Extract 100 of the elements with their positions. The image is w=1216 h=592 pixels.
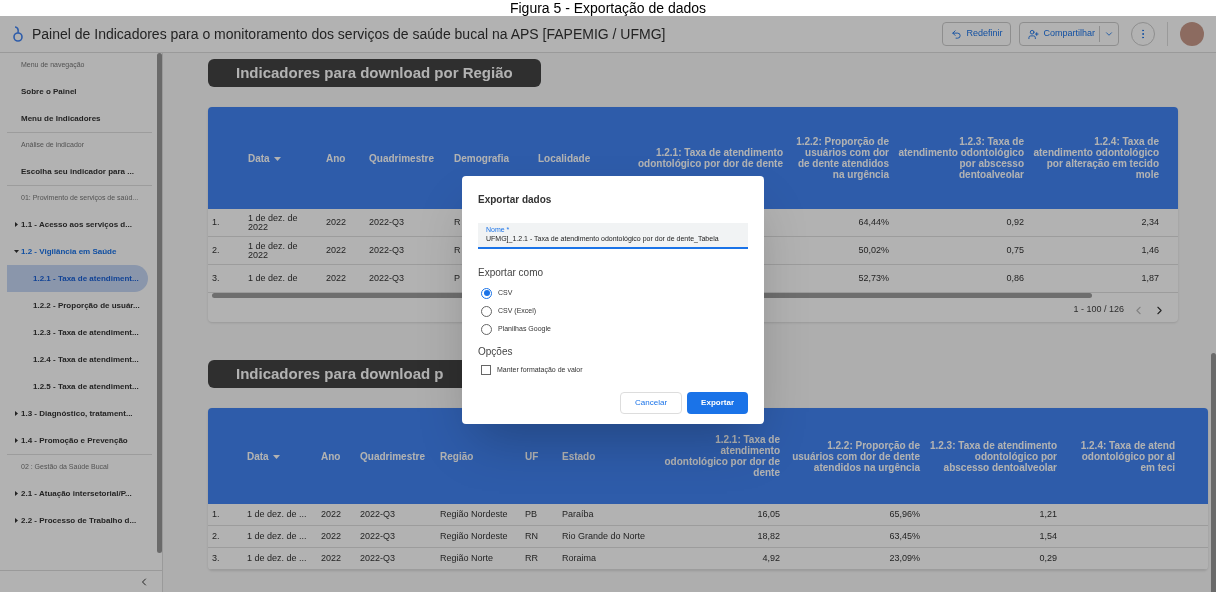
- pagination-label: 1 - 100 / 126: [1073, 303, 1124, 317]
- format-heading: Exportar como: [478, 266, 545, 280]
- column-header[interactable]: Região: [440, 450, 517, 462]
- section-title: Indicadores para download por Região: [208, 59, 541, 87]
- cancel-button[interactable]: Cancelar: [620, 392, 683, 414]
- table-cell: 64,44%: [858, 217, 889, 227]
- sidebar-item[interactable]: 1.2.2 - Proporção de usuár...: [7, 292, 148, 319]
- table-cell: 1.: [212, 217, 220, 227]
- dialog-title: Exportar dados: [478, 193, 553, 207]
- page-scrollbar[interactable]: [1211, 353, 1216, 592]
- table-cell: 1,87: [1141, 273, 1159, 283]
- table-cell: 3.: [212, 273, 220, 283]
- table-cell: 2022-Q3: [369, 217, 405, 227]
- table-cell: 16,05: [757, 509, 780, 519]
- sort-caret-icon: [273, 156, 281, 161]
- table-cell: PB: [525, 509, 537, 519]
- column-header[interactable]: Ano: [326, 152, 361, 164]
- checkbox[interactable]: [481, 365, 491, 375]
- table-cell: 2022: [326, 217, 347, 227]
- table-cell: P: [454, 273, 460, 283]
- table-cell: 2022: [321, 531, 342, 541]
- table-cell: 65,96%: [889, 509, 920, 519]
- table-cell: 4,92: [762, 553, 780, 563]
- table-cell: R: [454, 217, 461, 227]
- reset-button[interactable]: Redefinir: [942, 22, 1012, 46]
- export-button[interactable]: Exportar: [687, 392, 748, 414]
- column-header[interactable]: 1.2.3: Taxa de atendimento odontológico por abscesso dentoalveolar: [928, 439, 1057, 473]
- sidebar-item[interactable]: 1.2.3 - Taxa de atendiment...: [7, 319, 148, 346]
- column-header[interactable]: Ano: [321, 450, 352, 462]
- table-cell: RN: [525, 531, 538, 541]
- vertical-scrollbar[interactable]: [157, 53, 162, 553]
- sidebar-item[interactable]: 1.2.1 - Taxa de atendiment...: [7, 265, 148, 292]
- table-cell: 0,75: [1006, 245, 1024, 255]
- sidebar-item[interactable]: Escolha seu indicador para ...: [7, 158, 148, 185]
- table-cell: 3.: [212, 553, 220, 563]
- column-header[interactable]: 1.2.2: Proporção de usuários com dor de dente atendidos na urgência: [791, 136, 889, 180]
- table-cell: 23,09%: [889, 553, 920, 563]
- sidebar-item[interactable]: 1.2.5 - Taxa de atendiment...: [7, 373, 148, 400]
- column-header[interactable]: Quadrimestre: [369, 152, 446, 164]
- table-cell: Região Nordeste: [440, 509, 508, 519]
- table-cell: 2022: [321, 553, 342, 563]
- table-cell: 2022: [326, 273, 347, 283]
- sidebar-item[interactable]: 2.2 - Processo de Trabalho d...: [7, 507, 148, 534]
- table-cell: 1 de dez. de ...: [247, 509, 307, 519]
- dropdown-caret-icon: [1104, 29, 1114, 39]
- table-cell: 2.: [212, 245, 220, 255]
- column-header[interactable]: Demografia: [454, 152, 530, 164]
- table-cell: R: [454, 245, 461, 255]
- sidebar-item[interactable]: 1.2 - Vigilância em Saúde: [7, 238, 148, 265]
- sidebar-item[interactable]: Sobre o Painel: [7, 78, 148, 105]
- table-cell: 2.: [212, 531, 220, 541]
- table-cell: 1 de dez. de 2022: [248, 212, 298, 232]
- column-header[interactable]: 1.2.4: Taxa de atend odontológico por al em teci: [1065, 439, 1175, 473]
- caret-right-icon: [14, 222, 19, 227]
- caret-right-icon: [14, 491, 19, 496]
- sidebar-item[interactable]: 2.1 - Atuação intersetorial/P...: [7, 480, 148, 507]
- column-header[interactable]: Estado: [562, 450, 652, 462]
- table-cell: 2,34: [1141, 217, 1159, 227]
- table-cell: Rio Grande do Norte: [562, 531, 646, 541]
- column-header[interactable]: 1.2.1: Taxa de atendimento odontológico por dor de dente: [633, 147, 783, 169]
- add-person-icon: [1028, 28, 1040, 40]
- sidebar-item[interactable]: Menu de Indicadores: [7, 105, 148, 132]
- table-cell: 2022-Q3: [360, 509, 396, 519]
- options-heading: Opções: [478, 345, 514, 359]
- table-cell: 1,21: [1039, 509, 1057, 519]
- caret-right-icon: [14, 438, 19, 443]
- table-cell: 63,45%: [889, 531, 920, 541]
- table-cell: 2022-Q3: [360, 531, 396, 541]
- table-cell: 2022-Q3: [369, 273, 405, 283]
- sidebar-item[interactable]: 1.4 - Promoção e Prevenção: [7, 427, 148, 454]
- sidebar-item[interactable]: 1.2.4 - Taxa de atendiment...: [7, 346, 148, 373]
- column-header[interactable]: Data: [248, 152, 318, 164]
- table-cell: 1 de dez. de ...: [247, 531, 307, 541]
- table-cell: 1 de dez. de ...: [247, 553, 307, 563]
- column-header[interactable]: 1.2.1: Taxa de atendimento odontológico por dor de dente: [660, 434, 780, 478]
- caret-right-icon: [14, 518, 19, 523]
- column-header[interactable]: 1.2.3: Taxa de atendimento odontológico por abscesso dentoalveolar: [897, 136, 1024, 180]
- table-cell: 1 de dez. de 2022: [248, 240, 298, 260]
- column-header[interactable]: Localidade: [538, 152, 625, 164]
- column-header[interactable]: 1.2.4: Taxa de atendimento odontológico por alteração em tecido mole: [1032, 136, 1159, 180]
- column-header[interactable]: 1.2.2: Proporção de usuários com dor de dente atendidos na urgência: [788, 439, 920, 473]
- share-button[interactable]: Compartilhar: [1019, 22, 1119, 46]
- table-cell: 1.: [212, 509, 220, 519]
- figure-caption: Figura 5 - Exportação de dados: [509, 0, 707, 16]
- table-cell: Roraima: [562, 553, 596, 563]
- column-header[interactable]: Quadrimestre: [360, 450, 432, 462]
- sort-caret-icon: [272, 454, 280, 459]
- table-cell: 1,46: [1141, 245, 1159, 255]
- table-cell: 0,86: [1006, 273, 1024, 283]
- sidebar-item[interactable]: 1.1 - Acesso aos serviços d...: [7, 211, 148, 238]
- table-cell: 0,92: [1006, 217, 1024, 227]
- caret-down-icon: [14, 249, 19, 254]
- table-cell: Paraíba: [562, 509, 594, 519]
- column-header[interactable]: Data: [247, 450, 313, 462]
- column-header[interactable]: UF: [525, 450, 554, 462]
- user-avatar[interactable]: [1180, 22, 1204, 46]
- undo-icon: [951, 28, 963, 40]
- table-cell: 2022-Q3: [360, 553, 396, 563]
- caret-right-icon: [14, 411, 19, 416]
- sidebar-item[interactable]: 1.3 - Diagnóstico, tratament...: [7, 400, 148, 427]
